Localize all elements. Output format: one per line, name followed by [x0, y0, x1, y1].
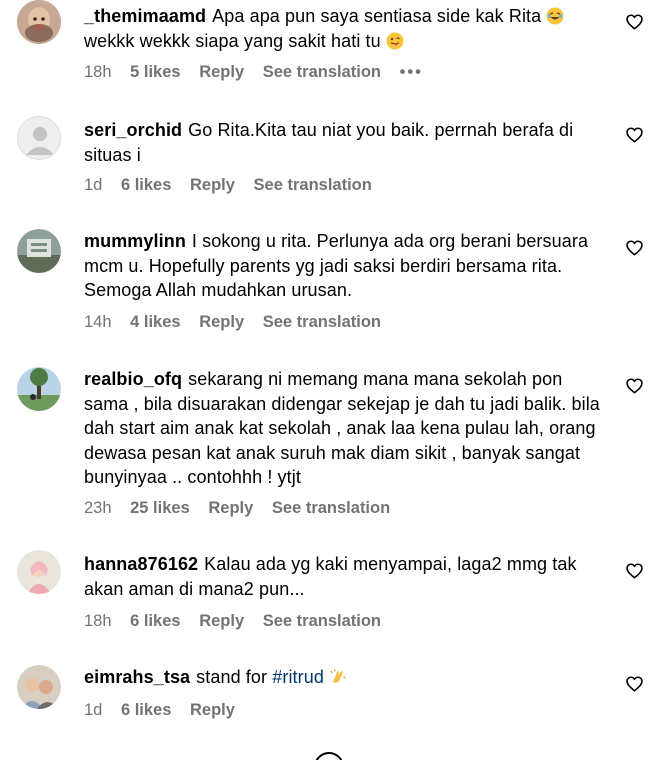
- comment-body: seri_orchid Go Rita.Kita tau niat you bai…: [84, 118, 606, 167]
- reply-button[interactable]: Reply: [199, 313, 244, 331]
- see-translation-link[interactable]: See translation: [263, 612, 381, 630]
- hashtag-link[interactable]: #ritrud: [272, 667, 324, 687]
- comment-time: 18h: [84, 612, 112, 630]
- comment-body: _themimaamd Apa apa pun saya sentiasa sid…: [84, 4, 606, 53]
- avatar[interactable]: [17, 550, 61, 594]
- comment-meta: 14h 4 likes Reply See translation: [84, 313, 395, 332]
- likes-count[interactable]: 25 likes: [130, 499, 190, 517]
- reply-button[interactable]: Reply: [199, 63, 244, 81]
- like-heart-icon[interactable]: [626, 127, 643, 143]
- comment-text: Apa apa pun saya sentiasa side kak Rita: [212, 6, 542, 26]
- tongue-emoji-icon: [386, 32, 404, 49]
- clapping-hands-icon: [330, 669, 346, 683]
- laughing-emoji-icon: [546, 7, 564, 25]
- reply-button[interactable]: Reply: [208, 499, 253, 517]
- like-heart-icon[interactable]: [626, 378, 643, 394]
- like-heart-icon[interactable]: [626, 14, 643, 30]
- comment-username[interactable]: eimrahs_tsa: [84, 667, 190, 687]
- comment-text: stand for: [196, 667, 268, 687]
- comment-meta: 1d 6 likes Reply: [84, 701, 249, 720]
- see-translation-link[interactable]: See translation: [263, 313, 381, 331]
- comment-time: 1d: [84, 701, 103, 719]
- see-translation-link[interactable]: See translation: [263, 63, 381, 81]
- comment-username[interactable]: _themimaamd: [84, 6, 206, 26]
- reply-button[interactable]: Reply: [199, 612, 244, 630]
- more-options-icon[interactable]: •••: [400, 63, 423, 81]
- reply-button[interactable]: Reply: [190, 176, 235, 194]
- comment-body: hanna876162 Kalau ada yg kaki menyampai, …: [84, 552, 606, 601]
- likes-count[interactable]: 5 likes: [130, 63, 180, 81]
- like-heart-icon[interactable]: [626, 563, 643, 579]
- comment-meta: 18h 6 likes Reply See translation: [84, 612, 395, 631]
- see-translation-link[interactable]: See translation: [272, 499, 390, 517]
- avatar[interactable]: [17, 116, 61, 160]
- comment-body: eimrahs_tsa stand for #ritrud: [84, 665, 606, 690]
- comment-time: 1d: [84, 176, 103, 194]
- likes-count[interactable]: 6 likes: [121, 701, 171, 719]
- like-heart-icon[interactable]: [626, 240, 643, 256]
- load-more-comments-icon[interactable]: [314, 752, 344, 760]
- comment-username[interactable]: seri_orchid: [84, 120, 182, 140]
- comment-time: 23h: [84, 499, 112, 517]
- avatar[interactable]: [17, 229, 61, 273]
- comment-body: mummylinn I sokong u rita. Perlunya ada o…: [84, 229, 606, 303]
- like-heart-icon[interactable]: [626, 676, 643, 692]
- comment-time: 18h: [84, 63, 112, 81]
- comment-text-tail: wekkk wekkk siapa yang sakit hati tu: [84, 30, 381, 51]
- see-translation-link[interactable]: See translation: [254, 176, 372, 194]
- comment-username[interactable]: mummylinn: [84, 231, 186, 251]
- comment-body: realbio_ofq sekarang ni memang mana mana …: [84, 367, 606, 490]
- avatar[interactable]: [17, 367, 61, 411]
- comment-meta: 1d 6 likes Reply See translation: [84, 176, 386, 195]
- reply-button[interactable]: Reply: [190, 701, 235, 719]
- avatar[interactable]: [17, 0, 61, 44]
- comment-username[interactable]: hanna876162: [84, 554, 198, 574]
- comment-time: 14h: [84, 313, 112, 331]
- likes-count[interactable]: 6 likes: [130, 612, 180, 630]
- likes-count[interactable]: 4 likes: [130, 313, 180, 331]
- comment-meta: 18h 5 likes Reply See translation •••: [84, 63, 437, 82]
- likes-count[interactable]: 6 likes: [121, 176, 171, 194]
- avatar[interactable]: [17, 665, 61, 709]
- comment-username[interactable]: realbio_ofq: [84, 369, 182, 389]
- comment-meta: 23h 25 likes Reply See translation: [84, 499, 404, 518]
